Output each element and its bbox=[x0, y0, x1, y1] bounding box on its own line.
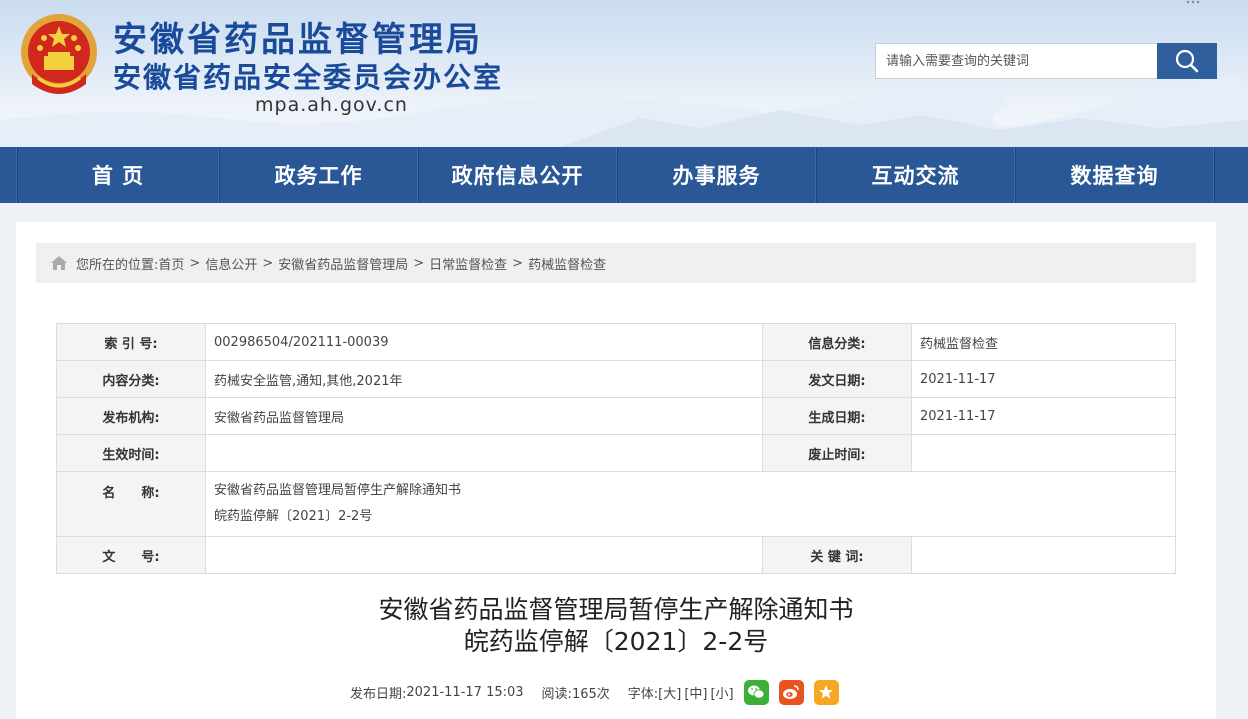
breadcrumb-separator: > bbox=[189, 255, 201, 271]
publish-date-label: 发布日期: bbox=[350, 686, 407, 702]
index-number-label: 索 引 号: bbox=[56, 323, 206, 361]
article-title: 安徽省药品监督管理局暂停生产解除通知书 皖药监停解〔2021〕2-2号 bbox=[16, 594, 1216, 658]
content-category-value: 药械安全监管,通知,其他,2021年 bbox=[205, 360, 763, 398]
info-category-label: 信息分类: bbox=[762, 323, 912, 361]
site-title-main: 安徽省药品监督管理局 bbox=[113, 20, 483, 60]
info-category-value: 药械监督检查 bbox=[911, 323, 1176, 361]
doc-number-value bbox=[205, 536, 763, 574]
nav-item-home[interactable]: 首 页 bbox=[18, 147, 218, 203]
generated-date-value: 2021-11-17 bbox=[911, 397, 1176, 435]
index-number-value: 002986504/202111-00039 bbox=[205, 323, 763, 361]
read-count-value: 165次 bbox=[571, 686, 610, 702]
search-icon bbox=[1175, 49, 1199, 73]
weibo-icon bbox=[783, 685, 799, 699]
name-label: 名 称: bbox=[56, 471, 206, 537]
favorite-button[interactable] bbox=[813, 679, 839, 705]
abolish-time-value bbox=[911, 434, 1176, 472]
breadcrumb-separator: > bbox=[413, 255, 425, 271]
nav-item-government-work[interactable]: 政务工作 bbox=[220, 147, 417, 203]
article-title-line-2: 皖药监停解〔2021〕2-2号 bbox=[463, 627, 769, 656]
content-category-label: 内容分类: bbox=[56, 360, 206, 398]
nav-divider bbox=[1213, 147, 1215, 203]
content-card: 您所在的位置: 首页 > 信息公开 > 安徽省药品监督管理局 > 日常监督检查 … bbox=[16, 222, 1216, 719]
name-line-2: 皖药监停解〔2021〕2-2号 bbox=[214, 509, 373, 524]
wechat-share-button[interactable] bbox=[743, 679, 769, 705]
breadcrumb-item-bureau[interactable]: 安徽省药品监督管理局 bbox=[278, 254, 408, 273]
breadcrumb-prefix: 您所在的位置: bbox=[76, 257, 159, 273]
abolish-time-label: 废止时间: bbox=[762, 434, 912, 472]
font-size-label: 字体: bbox=[627, 686, 659, 702]
breadcrumb-item-daily-inspection[interactable]: 日常监督检查 bbox=[429, 254, 507, 273]
star-icon bbox=[819, 685, 834, 699]
name-value: 安徽省药品监督管理局暂停生产解除通知书 皖药监停解〔2021〕2-2号 bbox=[205, 471, 1176, 537]
search-button[interactable] bbox=[1157, 43, 1217, 79]
nav-item-info-disclosure[interactable]: 政府信息公开 bbox=[419, 147, 616, 203]
main-nav: 首 页 政务工作 政府信息公开 办事服务 互动交流 数据查询 bbox=[0, 147, 1248, 203]
article-meta: 发布日期: 2021-11-17 15:03 阅读: 165次 字体: [大] … bbox=[350, 678, 839, 706]
home-icon bbox=[51, 256, 67, 270]
breadcrumb: 您所在的位置: 首页 > 信息公开 > 安徽省药品监督管理局 > 日常监督检查 … bbox=[36, 243, 1196, 283]
read-count-label: 阅读: bbox=[541, 686, 572, 702]
breadcrumb-separator: > bbox=[512, 255, 524, 271]
dots-icon bbox=[1186, 0, 1200, 4]
nav-item-interaction[interactable]: 互动交流 bbox=[817, 147, 1014, 203]
font-size-small[interactable]: [小] bbox=[710, 683, 733, 702]
document-info-table: 索 引 号: 002986504/202111-00039 信息分类: 药械监督… bbox=[56, 323, 1176, 574]
effective-time-label: 生效时间: bbox=[56, 434, 206, 472]
site-domain: mpa.ah.gov.cn bbox=[255, 94, 408, 116]
national-emblem-icon bbox=[21, 14, 97, 94]
breadcrumb-separator: > bbox=[262, 255, 274, 271]
breadcrumb-item-device-inspection[interactable]: 药械监督检查 bbox=[528, 254, 606, 273]
publisher-value: 安徽省药品监督管理局 bbox=[205, 397, 763, 435]
doc-number-label: 文 号: bbox=[56, 536, 206, 574]
search-bar bbox=[875, 43, 1217, 79]
breadcrumb-item-home[interactable]: 首页 bbox=[158, 254, 184, 273]
table-row: 索 引 号: 002986504/202111-00039 信息分类: 药械监督… bbox=[56, 323, 1176, 361]
table-row: 生效时间: 废止时间: bbox=[56, 434, 1176, 472]
table-row: 发布机构: 安徽省药品监督管理局 生成日期: 2021-11-17 bbox=[56, 397, 1176, 435]
wechat-icon bbox=[748, 685, 765, 699]
site-header: 安徽省药品监督管理局 安徽省药品安全委员会办公室 mpa.ah.gov.cn bbox=[0, 0, 1248, 147]
effective-time-value bbox=[205, 434, 763, 472]
search-input[interactable] bbox=[875, 43, 1157, 79]
generated-date-label: 生成日期: bbox=[762, 397, 912, 435]
breadcrumb-item-info-disclosure[interactable]: 信息公开 bbox=[205, 254, 257, 273]
name-line-1: 安徽省药品监督管理局暂停生产解除通知书 bbox=[214, 483, 462, 498]
publish-date-value: 2021-11-17 15:03 bbox=[406, 684, 524, 700]
font-size-large[interactable]: [大] bbox=[658, 683, 681, 702]
article-title-line-1: 安徽省药品监督管理局暂停生产解除通知书 bbox=[378, 595, 854, 624]
doc-date-label: 发文日期: bbox=[762, 360, 912, 398]
keywords-value bbox=[911, 536, 1176, 574]
font-size-medium[interactable]: [中] bbox=[684, 683, 707, 702]
keywords-label: 关 键 词: bbox=[762, 536, 912, 574]
nav-item-services[interactable]: 办事服务 bbox=[618, 147, 815, 203]
table-row: 内容分类: 药械安全监管,通知,其他,2021年 发文日期: 2021-11-1… bbox=[56, 360, 1176, 398]
nav-item-data-query[interactable]: 数据查询 bbox=[1016, 147, 1213, 203]
weibo-share-button[interactable] bbox=[778, 679, 804, 705]
table-row: 名 称: 安徽省药品监督管理局暂停生产解除通知书 皖药监停解〔2021〕2-2号 bbox=[56, 471, 1176, 537]
site-title-sub: 安徽省药品安全委员会办公室 bbox=[113, 61, 504, 94]
publisher-label: 发布机构: bbox=[56, 397, 206, 435]
doc-date-value: 2021-11-17 bbox=[911, 360, 1176, 398]
table-row: 文 号: 关 键 词: bbox=[56, 536, 1176, 574]
